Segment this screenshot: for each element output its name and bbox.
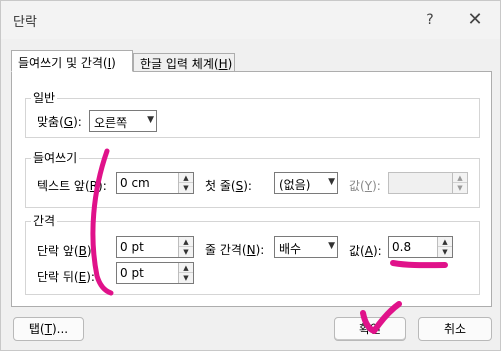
before-text-spinner[interactable]: 0 cm ▲ ▼ xyxy=(116,172,194,194)
line-spacing-value: 배수 xyxy=(279,242,302,256)
space-after-spinner[interactable]: 0 pt ▲ ▼ xyxy=(116,262,194,284)
space-before-spinner[interactable]: 0 pt ▲ ▼ xyxy=(116,236,194,258)
at-spinner[interactable]: 0.8 ▲ ▼ xyxy=(388,236,453,258)
spin-down-icon[interactable]: ▼ xyxy=(179,183,193,193)
by-label: 값(Y): xyxy=(349,179,381,193)
tab-indents-and-spacing[interactable]: 들여쓰기 및 간격(I) xyxy=(11,50,133,72)
chevron-down-icon: ▼ xyxy=(147,115,154,125)
line-spacing-select[interactable]: 배수 ▼ xyxy=(274,236,338,258)
dialog-title: 단락 xyxy=(13,15,37,30)
chevron-down-icon: ▼ xyxy=(328,241,335,251)
first-line-select[interactable]: (없음) ▼ xyxy=(274,172,338,194)
space-after-value: 0 pt xyxy=(120,266,144,280)
alignment-value: 오른쪽 xyxy=(94,116,128,130)
spin-down-icon[interactable]: ▼ xyxy=(179,273,193,283)
spin-down-icon[interactable]: ▼ xyxy=(179,247,193,257)
spin-up-icon[interactable]: ▲ xyxy=(179,263,193,273)
spacing-heading: 간격 xyxy=(31,212,58,229)
at-value: 0.8 xyxy=(392,240,412,254)
spin-up-icon[interactable]: ▲ xyxy=(179,173,193,183)
general-heading: 일반 xyxy=(31,89,58,106)
spin-up-icon[interactable]: ▲ xyxy=(438,237,452,247)
before-text-value: 0 cm xyxy=(120,176,150,190)
spin-down-icon[interactable]: ▼ xyxy=(438,247,452,257)
space-after-label: 단락 뒤(E): xyxy=(37,270,95,284)
first-line-value: (없음) xyxy=(279,178,311,192)
line-spacing-label: 줄 간격(N): xyxy=(205,243,265,257)
help-button[interactable]: ? xyxy=(411,5,449,35)
paragraph-dialog: 단락 ? ✕ 들여쓰기 및 간격(I) 한글 입력 체계(H) 일반 맞춤(G)… xyxy=(0,0,501,351)
space-before-value: 0 pt xyxy=(120,240,144,254)
cancel-button[interactable]: 취소 xyxy=(418,317,492,341)
before-text-label: 텍스트 앞(R): xyxy=(37,179,107,193)
space-before-label: 단락 앞(B): xyxy=(37,244,96,258)
spin-down-icon: ▼ xyxy=(453,183,467,193)
ok-button[interactable]: 확인 xyxy=(334,317,406,341)
tab-asian-typography[interactable]: 한글 입력 체계(H) xyxy=(133,53,235,72)
first-line-label: 첫 줄(S): xyxy=(205,179,252,193)
tabs-button[interactable]: 탭(T)... xyxy=(13,317,84,341)
close-icon[interactable]: ✕ xyxy=(456,5,494,35)
by-spinner: ▲ ▼ xyxy=(388,172,468,194)
spin-up-icon: ▲ xyxy=(453,173,467,183)
spin-up-icon[interactable]: ▲ xyxy=(179,237,193,247)
indentation-heading: 들여쓰기 xyxy=(31,149,80,166)
title-bar: 단락 ? ✕ xyxy=(1,1,500,39)
chevron-down-icon: ▼ xyxy=(328,177,335,187)
at-label: 값(A): xyxy=(349,244,382,258)
alignment-select[interactable]: 오른쪽 ▼ xyxy=(89,110,157,132)
alignment-label: 맞춤(G): xyxy=(37,115,82,129)
